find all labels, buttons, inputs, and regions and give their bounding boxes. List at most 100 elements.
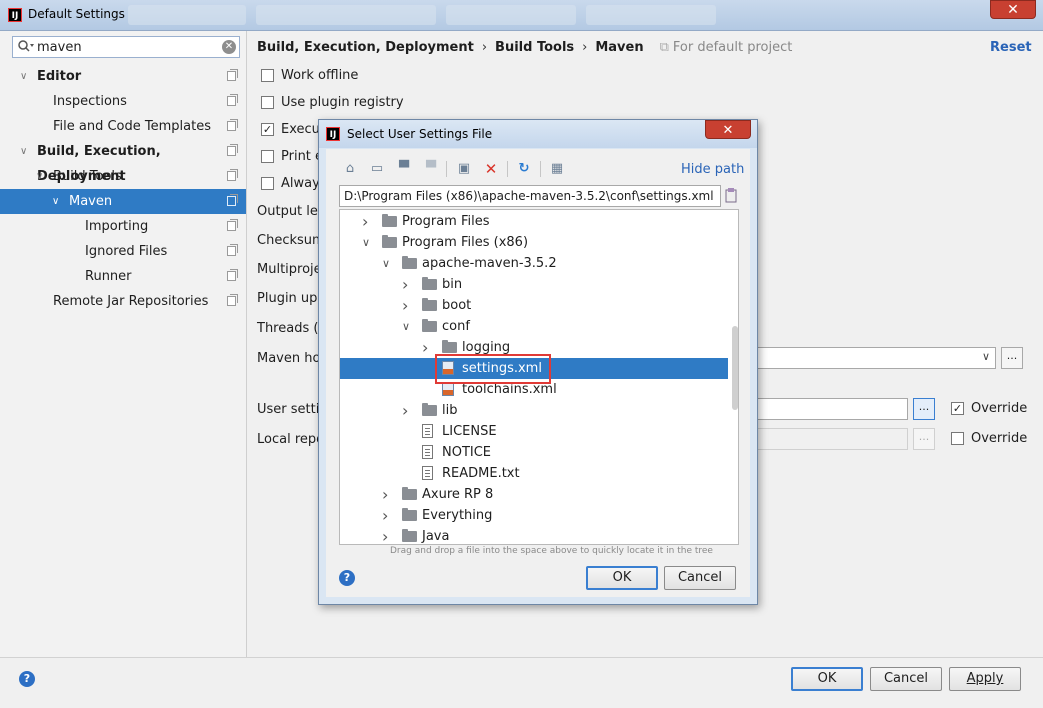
file-tree-row[interactable]: ∨ conf [340, 316, 728, 337]
breadcrumb-separator: › [582, 40, 588, 55]
file-tree-row[interactable]: › bin [340, 274, 728, 295]
file-tree-row[interactable]: › Java [340, 526, 728, 544]
footer-divider [0, 657, 1043, 658]
new-folder-icon[interactable]: ▣ [456, 161, 472, 177]
hide-path-link[interactable]: Hide path [681, 162, 744, 177]
user-settings-browse-button[interactable]: ... [913, 398, 935, 420]
chevron-right-icon[interactable]: › [402, 400, 408, 421]
show-hidden-icon[interactable]: ▦ [549, 161, 565, 177]
chevron-down-icon[interactable]: ∨ [36, 164, 43, 189]
file-tree-row[interactable]: › boot [340, 295, 728, 316]
file-icon [422, 445, 433, 459]
intellij-icon: IJ [8, 8, 22, 22]
refresh-icon[interactable]: ↻ [516, 161, 532, 177]
use-plugin-registry-checkbox[interactable] [261, 96, 274, 109]
chevron-right-icon[interactable]: › [402, 295, 408, 316]
chevron-down-icon: ∨ [981, 350, 990, 363]
local-repo-browse-button[interactable]: ... [913, 428, 935, 450]
clear-search-icon[interactable]: ✕ [222, 40, 236, 54]
file-tree-row[interactable]: ∨ Program Files (x86) [340, 232, 728, 253]
user-settings-input[interactable] [756, 398, 908, 420]
dialog-help-icon[interactable]: ? [339, 570, 355, 586]
execute-checkbox[interactable]: ✓ [261, 123, 274, 136]
sidebar-item[interactable]: ∨ Build, Execution, Deployment [0, 139, 246, 184]
always-checkbox[interactable] [261, 177, 274, 190]
copy-icon [227, 269, 238, 281]
sidebar-item[interactable]: Runner [0, 264, 246, 289]
file-tree-row[interactable]: ∨ apache-maven-3.5.2 [340, 253, 728, 274]
sidebar-item[interactable]: Ignored Files [0, 239, 246, 264]
sidebar-item[interactable]: ∨ Editor [0, 64, 246, 89]
maven-home-combobox[interactable]: ∨ [756, 347, 996, 369]
file-tree-row[interactable]: NOTICE [340, 442, 728, 463]
apply-button[interactable]: Apply [949, 667, 1021, 691]
file-tree-label: boot [442, 298, 472, 313]
project-folder-icon[interactable]: ▀ [396, 161, 412, 177]
breadcrumb-item: Maven [595, 40, 644, 55]
background-tab [586, 5, 716, 25]
window-close-button[interactable]: ✕ [990, 0, 1036, 19]
folder-icon [382, 214, 397, 227]
override-local-repo-checkbox[interactable] [951, 432, 964, 445]
copy-icon [227, 119, 238, 131]
chevron-right-icon[interactable]: › [362, 211, 368, 232]
sidebar-item[interactable]: ∨ Maven [0, 189, 246, 214]
maven-home-browse-button[interactable]: ... [1001, 347, 1023, 369]
chevron-right-icon[interactable]: › [382, 484, 388, 505]
sidebar-item[interactable]: Remote Jar Repositories [0, 289, 246, 314]
path-input[interactable]: D:\Program Files (x86)\apache-maven-3.5.… [339, 185, 721, 207]
file-tree-row[interactable]: › Program Files [340, 211, 728, 232]
chevron-down-icon[interactable]: ∨ [20, 64, 27, 89]
copy-icon [227, 194, 238, 206]
local-repo-input[interactable] [756, 428, 908, 450]
copy-icon [227, 294, 238, 306]
dialog-close-button[interactable]: ✕ [705, 120, 751, 139]
copy-icon [227, 69, 238, 81]
home-icon[interactable]: ⌂ [342, 161, 358, 177]
sidebar-item-label: Build Tools [53, 169, 122, 184]
override-local-repo-label: Override [971, 431, 1028, 446]
file-tree-row[interactable]: › Everything [340, 505, 728, 526]
file-tree-row[interactable]: README.txt [340, 463, 728, 484]
override-user-settings-checkbox[interactable]: ✓ [951, 402, 964, 415]
settings-search-input[interactable]: maven ✕ [12, 36, 240, 58]
file-icon [422, 466, 433, 480]
file-tree-label: Axure RP 8 [422, 487, 494, 502]
multiproject-label: Multiproje [257, 262, 322, 277]
override-user-settings-label: Override [971, 401, 1028, 416]
tree-scrollbar[interactable] [732, 326, 738, 410]
reset-link[interactable]: Reset [990, 40, 1032, 55]
dialog-cancel-button[interactable]: Cancel [664, 566, 736, 590]
module-folder-icon[interactable]: ▀ [423, 161, 439, 177]
dialog-title-bar: IJ Select User Settings File ✕ [319, 120, 757, 148]
sidebar-item[interactable]: File and Code Templates [0, 114, 246, 139]
clipboard-icon[interactable] [725, 187, 737, 203]
print-checkbox[interactable] [261, 150, 274, 163]
work-offline-checkbox[interactable] [261, 69, 274, 82]
file-tree-row[interactable]: › lib [340, 400, 728, 421]
chevron-right-icon[interactable]: › [402, 274, 408, 295]
chevron-down-icon[interactable]: ∨ [20, 139, 27, 164]
sidebar-item[interactable]: Importing [0, 214, 246, 239]
file-tree-row[interactable]: LICENSE [340, 421, 728, 442]
help-icon[interactable]: ? [19, 671, 35, 687]
drag-drop-hint: Drag and drop a file into the space abov… [390, 546, 713, 556]
ok-button[interactable]: OK [791, 667, 863, 691]
chevron-right-icon[interactable]: › [422, 337, 428, 358]
delete-icon[interactable]: ✕ [483, 161, 499, 177]
maven-home-label: Maven ho [257, 351, 321, 366]
chevron-down-icon[interactable]: ∨ [362, 232, 370, 253]
dialog-ok-button[interactable]: OK [586, 566, 658, 590]
desktop-icon[interactable]: ▭ [369, 161, 385, 177]
chevron-right-icon[interactable]: › [382, 526, 388, 544]
chevron-down-icon[interactable]: ∨ [402, 316, 410, 337]
file-tree-row[interactable]: › Axure RP 8 [340, 484, 728, 505]
sidebar-item[interactable]: ∨ Build Tools [0, 164, 246, 189]
chevron-right-icon[interactable]: › [382, 505, 388, 526]
sidebar-item-label: Editor [37, 69, 82, 84]
window-title: Default Settings [28, 7, 125, 21]
chevron-down-icon[interactable]: ∨ [382, 253, 390, 274]
chevron-down-icon[interactable]: ∨ [52, 189, 59, 214]
sidebar-item[interactable]: Inspections [0, 89, 246, 114]
cancel-button[interactable]: Cancel [870, 667, 942, 691]
